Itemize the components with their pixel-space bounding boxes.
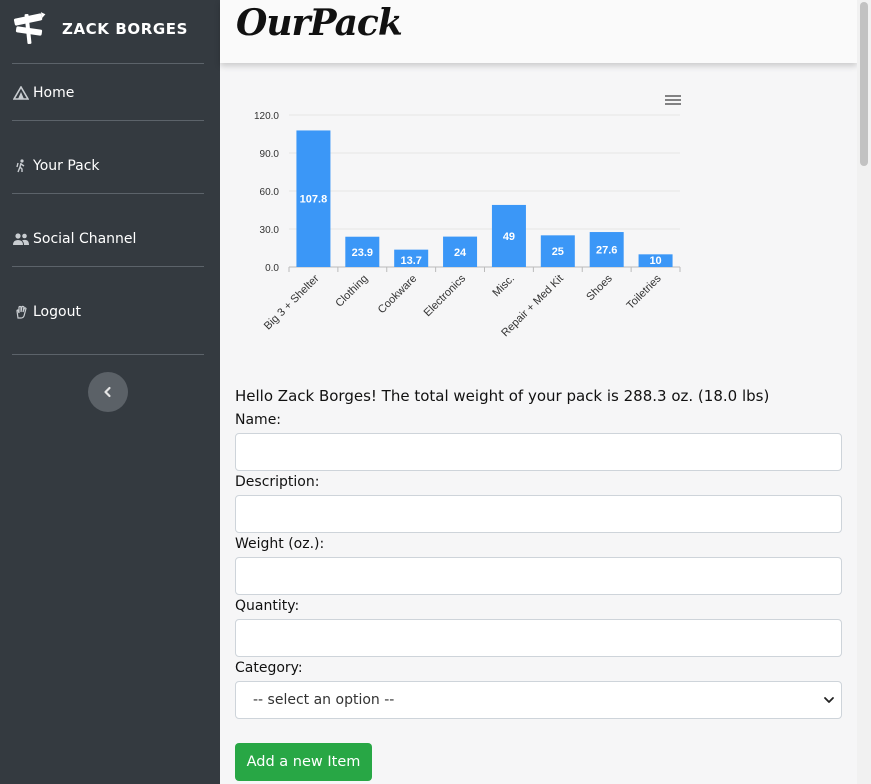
x-tick-label: Misc. bbox=[490, 273, 517, 300]
category-select[interactable]: -- select an option -- bbox=[235, 681, 842, 719]
sidebar-divider bbox=[12, 354, 204, 355]
weight-label: Weight (oz.): bbox=[235, 536, 325, 552]
description-label: Description: bbox=[235, 474, 320, 490]
scrollbar-thumb[interactable] bbox=[860, 2, 868, 166]
sidebar: ZACK BORGES Home Your Pack Social Channe… bbox=[0, 0, 220, 784]
sidebar-item-label: Logout bbox=[33, 304, 81, 320]
data-label: 27.6 bbox=[596, 245, 617, 257]
quantity-label: Quantity: bbox=[235, 598, 300, 614]
chevron-down-icon bbox=[824, 697, 834, 703]
weight-input[interactable] bbox=[235, 557, 842, 595]
tent-icon bbox=[12, 86, 30, 100]
sidebar-item-your-pack[interactable]: Your Pack bbox=[12, 155, 204, 177]
sidebar-divider bbox=[12, 120, 204, 121]
sidebar-item-label: Social Channel bbox=[33, 231, 137, 247]
description-input[interactable] bbox=[235, 495, 842, 533]
y-tick-label: 90.0 bbox=[260, 149, 280, 160]
y-tick-label: 30.0 bbox=[260, 225, 280, 236]
x-tick-label: Big 3 + Shelter bbox=[262, 272, 322, 332]
hamburger-menu-icon[interactable] bbox=[665, 95, 681, 105]
sidebar-collapse-button[interactable] bbox=[88, 372, 128, 412]
sidebar-item-home[interactable]: Home bbox=[12, 82, 204, 104]
chevron-left-icon bbox=[104, 386, 111, 398]
data-label: 10 bbox=[649, 255, 661, 267]
data-label: 24 bbox=[454, 247, 467, 259]
name-input[interactable] bbox=[235, 433, 842, 471]
category-select-value: -- select an option -- bbox=[253, 692, 395, 708]
sidebar-divider bbox=[12, 63, 204, 64]
data-label: 49 bbox=[503, 231, 515, 243]
pack-weight-greeting: Hello Zack Borges! The total weight of y… bbox=[235, 387, 770, 405]
y-tick-label: 60.0 bbox=[260, 187, 280, 198]
data-label: 23.9 bbox=[352, 247, 373, 259]
signpost-logo-icon bbox=[13, 12, 46, 45]
sidebar-item-social-channel[interactable]: Social Channel bbox=[12, 228, 204, 250]
sidebar-item-label: Your Pack bbox=[33, 158, 100, 174]
x-tick-label: Toiletries bbox=[625, 272, 665, 312]
y-tick-label: 0.0 bbox=[265, 263, 279, 274]
sidebar-item-label: Home bbox=[33, 85, 75, 101]
data-label: 13.7 bbox=[400, 255, 421, 267]
sidebar-item-logout[interactable]: Logout bbox=[12, 301, 204, 323]
page-header: OurPack bbox=[220, 0, 857, 63]
x-tick-label: Electronics bbox=[422, 272, 469, 319]
x-tick-label: Clothing bbox=[333, 273, 370, 310]
hiker-icon bbox=[12, 159, 30, 173]
add-item-button[interactable]: Add a new Item bbox=[235, 743, 372, 781]
users-icon bbox=[12, 232, 30, 246]
x-tick-label: Shoes bbox=[584, 272, 615, 303]
brand-name: ZACK BORGES bbox=[62, 20, 189, 38]
sidebar-divider bbox=[12, 193, 204, 194]
data-label: 107.8 bbox=[300, 194, 328, 206]
category-weight-chart: 0.0 30.0 60.0 90.0 120.0 107.8 Big 3 + Shelter… bbox=[254, 95, 681, 339]
data-label: 25 bbox=[552, 246, 564, 258]
x-tick-label: Cookware bbox=[376, 273, 420, 317]
sidebar-divider bbox=[12, 266, 204, 267]
name-label: Name: bbox=[235, 412, 282, 428]
brand[interactable]: ZACK BORGES bbox=[12, 10, 187, 46]
quantity-input[interactable] bbox=[235, 619, 842, 657]
category-label: Category: bbox=[235, 660, 303, 676]
y-tick-label: 120.0 bbox=[254, 111, 279, 122]
hand-wave-icon bbox=[12, 305, 30, 319]
page-title: OurPack bbox=[236, 2, 403, 44]
